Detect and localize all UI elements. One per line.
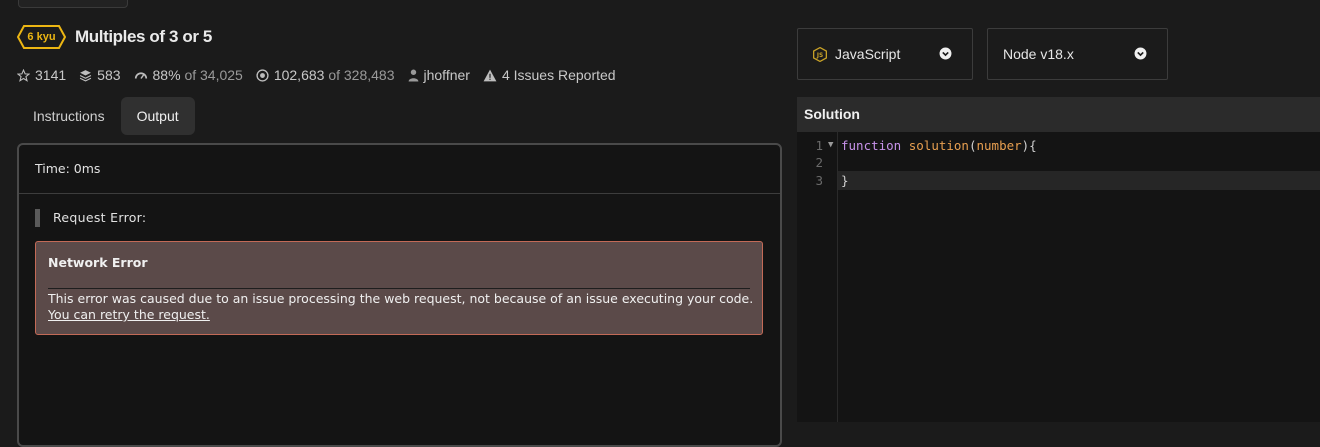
line-number: 2: [815, 155, 823, 170]
code-paren-brace: ){: [1021, 138, 1037, 153]
kata-stats: 3141 583 88% of 34,025 102,683 of 328,48…: [17, 66, 629, 84]
tab-output[interactable]: Output: [120, 97, 195, 135]
language-select[interactable]: JS JavaScript: [797, 28, 973, 80]
satisfaction-total: of 34,025: [184, 67, 243, 83]
kata-title-row: 6 kyu Multiples of 3 or 5: [17, 25, 212, 49]
author-name: jhoffner: [423, 67, 470, 83]
stars-stat[interactable]: 3141: [17, 67, 66, 83]
collections-count: 583: [97, 67, 121, 83]
request-error-label: Request Error:: [35, 209, 146, 227]
editor-gutter: 1 ▼ 2 3: [797, 132, 838, 422]
layers-icon: [79, 69, 92, 82]
rank-badge: 6 kyu: [17, 25, 66, 49]
user-icon: [408, 69, 418, 81]
chevron-down-icon: [1134, 47, 1147, 60]
runtime-version-value: Node v18.x: [1003, 46, 1074, 62]
completed-total: of 328,483: [328, 67, 395, 83]
error-message: This error was caused due to an issue pr…: [48, 291, 754, 306]
fold-arrow-icon[interactable]: ▼: [828, 140, 833, 150]
code-line-3[interactable]: }: [841, 172, 849, 189]
line-number: 3: [815, 173, 823, 188]
author-stat[interactable]: jhoffner: [408, 67, 470, 83]
rank-label: 6 kyu: [27, 31, 56, 43]
issues-stat[interactable]: 4 Issues Reported: [483, 67, 616, 83]
code-line-1[interactable]: function solution(number){: [841, 137, 1037, 154]
code-param: number: [976, 138, 1022, 153]
language-value: JavaScript: [835, 46, 901, 62]
target-icon: [256, 68, 269, 82]
code-paren: (: [968, 138, 977, 153]
star-icon: [17, 68, 30, 82]
solution-header: Solution: [797, 97, 1320, 132]
code-keyword: function: [841, 138, 902, 153]
runtime-version-select[interactable]: Node v18.x: [987, 28, 1168, 80]
execution-time: Time: 0ms: [19, 145, 780, 194]
output-panel: Time: 0ms Request Error: Network Error T…: [17, 143, 782, 447]
gauge-icon: [134, 72, 147, 79]
completed-stat: 102,683 of 328,483: [256, 67, 395, 83]
svg-text:JS: JS: [816, 52, 823, 58]
satisfaction-rate: 88%: [152, 67, 181, 83]
nodejs-icon: JS: [813, 46, 827, 62]
code-function-name: solution: [908, 138, 969, 153]
code-editor[interactable]: 1 ▼ 2 3 function solution(number){ }: [797, 132, 1320, 422]
network-error-box: Network Error This error was caused due …: [35, 241, 763, 335]
chevron-down-icon: [939, 47, 952, 60]
retry-request-link[interactable]: You can retry the request.: [48, 307, 753, 323]
warning-icon: [483, 69, 497, 81]
stars-count: 3141: [35, 67, 67, 83]
line-number: 1: [815, 138, 823, 153]
kata-title: Multiples of 3 or 5: [75, 27, 212, 46]
error-message-block: This error was caused due to an issue pr…: [48, 291, 753, 323]
panel-tabs: Instructions Output: [17, 97, 195, 135]
issues-label: 4 Issues Reported: [501, 67, 616, 83]
tab-instructions[interactable]: Instructions: [17, 97, 121, 135]
collections-stat[interactable]: 583: [79, 67, 121, 83]
active-line-highlight: [838, 171, 1320, 190]
error-divider: [48, 288, 750, 289]
completed-count: 102,683: [273, 67, 325, 83]
error-title: Network Error: [48, 255, 148, 270]
satisfaction-stat: 88% of 34,025: [134, 67, 243, 83]
code-closing-brace: }: [841, 173, 849, 188]
top-tab-stub[interactable]: [18, 0, 128, 8]
